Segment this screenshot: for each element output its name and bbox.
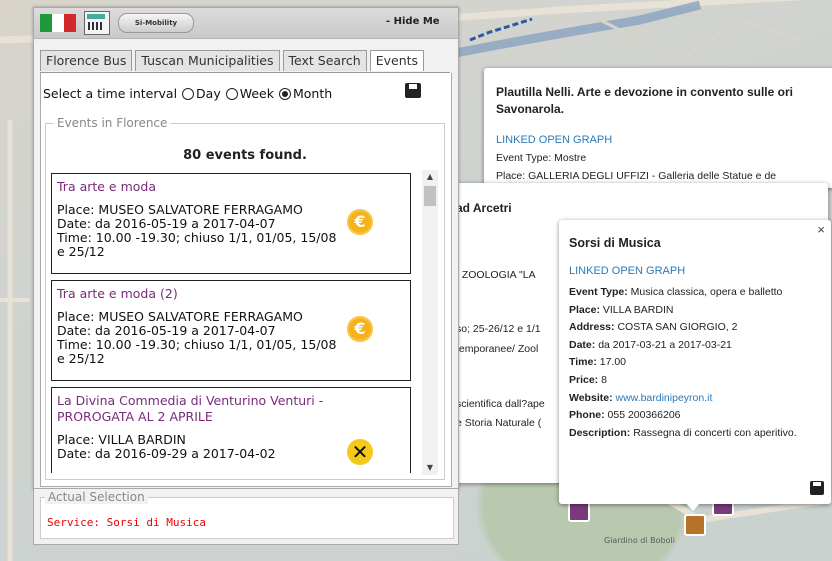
radio-month[interactable] bbox=[278, 87, 291, 100]
linked-open-graph-link[interactable]: LINKED OPEN GRAPH bbox=[496, 134, 612, 146]
radio-week[interactable] bbox=[225, 87, 238, 100]
event-place: Place: MUSEO SALVATORE FERRAGAMO bbox=[57, 202, 303, 217]
events-list[interactable]: Tra arte e moda Place: MUSEO SALVATORE F… bbox=[51, 173, 411, 473]
hide-menu-button[interactable]: - Hide Me bbox=[386, 16, 440, 27]
event-time: Time: 10.00 -19.30; chiuso 1/1, 01/05, 1… bbox=[57, 337, 337, 366]
popup-place: Place: VILLA BARDIN bbox=[569, 303, 674, 316]
event-title[interactable]: Tra arte e moda (2) bbox=[57, 286, 178, 301]
actual-selection-panel: Actual Selection Service: Sorsi di Music… bbox=[33, 488, 459, 545]
popup-event-type: Event Type: Mostre bbox=[496, 152, 587, 164]
popup-price: Price: 8 bbox=[569, 374, 607, 386]
list-item[interactable]: Tra arte e moda (2) Place: MUSEO SALVATO… bbox=[51, 280, 411, 381]
panel-header: Si-Mobility - Hide Me bbox=[34, 8, 458, 39]
time-interval-selector: Select a time interval Day Week Month bbox=[43, 86, 332, 101]
flag-red bbox=[64, 14, 76, 32]
popup-website: Website: www.bardinipeyron.it bbox=[569, 391, 713, 404]
popup-line: e Storia Naturale ( bbox=[456, 417, 542, 429]
events-tab-content: Select a time interval Day Week Month Ev… bbox=[40, 73, 452, 487]
popup-line: so; 25-26/12 e 1/1 bbox=[456, 323, 541, 335]
save-icon[interactable] bbox=[810, 481, 824, 495]
popup-date: Date: da 2017-03-21 a 2017-03-21 bbox=[569, 338, 732, 351]
popup-description: Description: Rassegna di concerti con ap… bbox=[569, 426, 797, 439]
tab-events[interactable]: Events bbox=[369, 50, 425, 71]
events-scrollbar[interactable]: ▲ ▼ bbox=[422, 170, 438, 475]
euro-coin-icon: € bbox=[347, 209, 373, 235]
event-place: Place: VILLA BARDIN bbox=[57, 432, 186, 447]
tab-florence-bus[interactable]: Florence Bus bbox=[40, 50, 133, 71]
radio-day-label: Day bbox=[196, 86, 221, 101]
event-details: Place: MUSEO SALVATORE FERRAGAMO Date: d… bbox=[57, 310, 337, 366]
event-title[interactable]: La Divina Commedia di Venturino Venturi … bbox=[57, 393, 397, 425]
event-popup-plautilla: Plautilla Nelli. Arte e devozione in con… bbox=[484, 68, 832, 188]
event-date: Date: da 2016-09-29 a 2017-04-02 bbox=[57, 446, 276, 461]
popup-event-type: Event Type: Musica classica, opera e bal… bbox=[569, 286, 783, 298]
linked-open-graph-link[interactable]: LINKED OPEN GRAPH bbox=[569, 265, 685, 277]
popup-address: Address: COSTA SAN GIORGIO, 2 bbox=[569, 321, 738, 334]
event-place: Place: MUSEO SALVATORE FERRAGAMO bbox=[57, 309, 303, 324]
calendar-icon[interactable] bbox=[84, 11, 110, 35]
tab-tuscan-municipalities[interactable]: Tuscan Municipalities bbox=[135, 50, 280, 71]
popup-line: temporanee/ Zool bbox=[456, 343, 539, 355]
popup-place: Place: GALLERIA DEGLI UFFIZI - Galleria … bbox=[496, 170, 777, 182]
website-link[interactable]: www.bardinipeyron.it bbox=[616, 392, 713, 404]
event-popup-sorsi-di-musica: × Sorsi di Musica LINKED OPEN GRAPH Even… bbox=[559, 220, 831, 504]
list-item[interactable]: Tra arte e moda Place: MUSEO SALVATORE F… bbox=[51, 173, 411, 274]
selected-service: Service: Sorsi di Musica bbox=[47, 516, 206, 529]
euro-coin-icon: € bbox=[347, 316, 373, 342]
flag-green bbox=[40, 14, 52, 32]
tab-text-search[interactable]: Text Search bbox=[282, 50, 367, 71]
scroll-thumb[interactable] bbox=[424, 186, 436, 206]
popup-line: scientifica dall?ape bbox=[456, 398, 545, 410]
events-legend: Events in Florence bbox=[54, 116, 171, 130]
event-time: Time: 10.00 -19.30; chiuso 1/1, 01/05, 1… bbox=[57, 230, 337, 259]
popup-time: Time: 17.00 bbox=[569, 356, 627, 369]
actual-selection-legend: Actual Selection bbox=[45, 490, 148, 504]
flag-white bbox=[52, 14, 64, 32]
time-interval-label: Select a time interval bbox=[43, 86, 178, 101]
radio-week-label: Week bbox=[239, 86, 274, 101]
radio-day[interactable] bbox=[182, 87, 195, 100]
popup-line: I ZOOLOGIA "LA bbox=[456, 269, 536, 281]
si-mobility-logo: Si-Mobility bbox=[118, 13, 194, 33]
event-date: Date: da 2016-05-19 a 2017-04-07 bbox=[57, 216, 276, 231]
events-count: 80 events found. bbox=[183, 148, 307, 163]
radio-month-label: Month bbox=[292, 86, 333, 101]
free-icon: ✕ bbox=[347, 439, 373, 465]
list-item[interactable]: La Divina Commedia di Venturino Venturi … bbox=[51, 387, 411, 473]
side-panel: Si-Mobility - Hide Me Florence Bus Tusca… bbox=[33, 7, 459, 490]
events-fieldset: Events in Florence 80 events found. Tra … bbox=[45, 116, 445, 480]
popup-phone: Phone: 055 200366206 bbox=[569, 409, 681, 422]
popup-title: Plautilla Nelli. Arte e devozione in con… bbox=[496, 85, 793, 116]
scroll-up-icon[interactable]: ▲ bbox=[422, 170, 438, 184]
save-icon[interactable] bbox=[405, 83, 421, 98]
popup-title: Sorsi di Musica bbox=[569, 236, 661, 250]
popup-title: ad Arcetri bbox=[456, 201, 512, 215]
italian-flag-icon[interactable] bbox=[40, 14, 76, 32]
map-pin-icon[interactable] bbox=[684, 514, 706, 536]
event-details: Place: VILLA BARDIN Date: da 2016-09-29 … bbox=[57, 433, 337, 461]
actual-selection-fieldset: Actual Selection Service: Sorsi di Music… bbox=[40, 490, 454, 539]
close-icon[interactable]: × bbox=[817, 222, 825, 237]
scroll-down-icon[interactable]: ▼ bbox=[422, 461, 438, 475]
event-date: Date: da 2016-05-19 a 2017-04-07 bbox=[57, 323, 276, 338]
event-details: Place: MUSEO SALVATORE FERRAGAMO Date: d… bbox=[57, 203, 337, 259]
event-title[interactable]: Tra arte e moda bbox=[57, 179, 156, 194]
tab-bar: Florence Bus Tuscan Municipalities Text … bbox=[40, 50, 427, 72]
map-label-garden: Giardino di Boboli bbox=[604, 536, 675, 545]
popup-pointer bbox=[686, 503, 700, 511]
